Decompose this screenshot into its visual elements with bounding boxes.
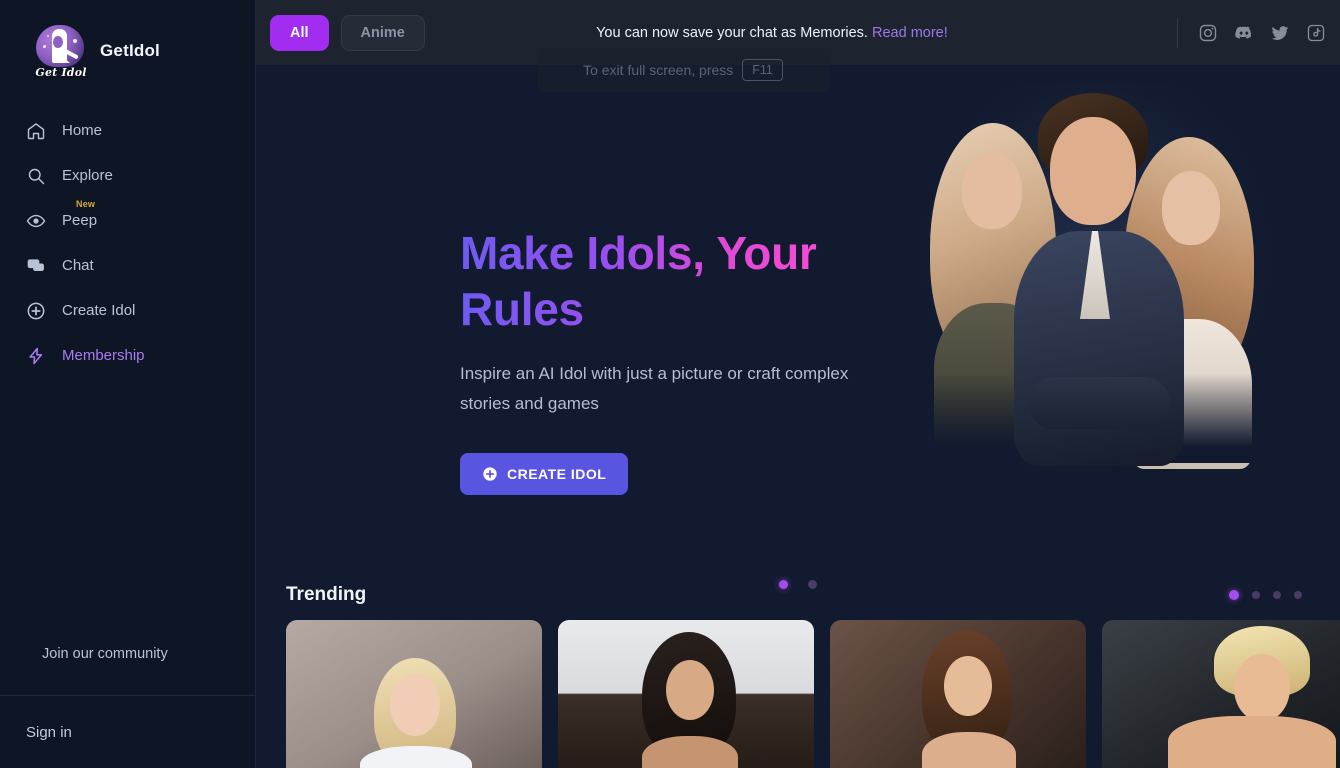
sign-in-label: Sign in (26, 723, 72, 741)
sidebar-item-label: Create Idol (62, 302, 136, 319)
announcement-banner: You can now save your chat as Memories. … (385, 25, 1159, 41)
sidebar-nav: Home Explore Peep New Chat Create Idol M… (0, 94, 255, 378)
sidebar-item-label: Membership (62, 347, 145, 364)
topbar-divider (1177, 17, 1178, 48)
twitter-icon[interactable] (1270, 23, 1290, 43)
hero-illustration (906, 83, 1286, 469)
trending-card-4[interactable] (1102, 620, 1340, 768)
trending-header: Trending (256, 570, 1340, 620)
peep-text: Peep (62, 212, 98, 229)
lightning-icon (26, 346, 46, 366)
new-badge: New (76, 199, 96, 209)
plus-circle-icon (482, 466, 498, 482)
app-root: Get Idol GetIdol Home Explore Peep New C… (0, 0, 1340, 768)
trending-cards (256, 620, 1340, 768)
hero-banner: Make Idols, Your Rules Inspire an AI Ido… (256, 65, 1340, 589)
sidebar-item-explore[interactable]: Explore (0, 153, 255, 198)
trending-card-3[interactable] (830, 620, 1086, 768)
plus-circle-icon (26, 301, 46, 321)
instagram-icon[interactable] (1198, 23, 1218, 43)
sidebar-item-membership[interactable]: Membership (0, 333, 255, 378)
tiktok-icon[interactable] (1306, 23, 1326, 43)
sidebar-item-label: Home (62, 122, 103, 139)
eye-icon (26, 211, 46, 231)
sidebar-item-create-idol[interactable]: Create Idol (0, 288, 255, 333)
sidebar-item-peep[interactable]: Peep New (0, 198, 255, 243)
brand-name: GetIdol (100, 41, 160, 60)
sidebar-item-label: Chat (62, 257, 94, 274)
trending-card-2[interactable] (558, 620, 814, 768)
chat-bubble-icon (26, 256, 46, 276)
sign-in-button[interactable]: Sign in (0, 696, 255, 768)
sidebar-item-home[interactable]: Home (0, 108, 255, 153)
trending-section: Trending (256, 570, 1340, 768)
trending-dot-4[interactable] (1294, 591, 1302, 599)
hero-subtitle: Inspire an AI Idol with just a picture o… (460, 364, 849, 414)
top-bar: All Anime You can now save your chat as … (256, 0, 1340, 65)
read-more-link[interactable]: Read more! (872, 25, 948, 41)
trending-card-1[interactable] (286, 620, 542, 768)
create-idol-label: CREATE IDOL (507, 466, 607, 483)
hero-title: Make Idols, Your Rules (460, 225, 880, 337)
trending-dot-2[interactable] (1252, 591, 1260, 599)
logo-script-text: Get Idol (35, 66, 87, 79)
trending-dot-1[interactable] (1229, 590, 1239, 600)
discord-icon[interactable] (1234, 23, 1254, 43)
join-community-label: Join our community (42, 646, 168, 662)
sidebar-item-chat[interactable]: Chat (0, 243, 255, 288)
join-community-link[interactable]: Join our community (0, 631, 255, 680)
search-icon (26, 166, 46, 186)
sidebar: Get Idol GetIdol Home Explore Peep New C… (0, 0, 256, 768)
sidebar-item-label: Peep New (62, 200, 98, 229)
create-idol-button[interactable]: CREATE IDOL (460, 453, 629, 496)
social-links (1159, 17, 1326, 48)
trending-dot-3[interactable] (1273, 591, 1281, 599)
main-content: All Anime You can now save your chat as … (256, 0, 1340, 768)
brand-logo[interactable]: Get Idol GetIdol (0, 0, 255, 94)
getidol-logo-icon: Get Idol (32, 23, 88, 79)
filter-chip-all[interactable]: All (270, 14, 329, 51)
home-icon (26, 121, 46, 141)
sidebar-item-label: Explore (62, 167, 113, 184)
hero-character-center (1014, 91, 1184, 466)
hero-copy: Make Idols, Your Rules Inspire an AI Ido… (460, 225, 880, 496)
trending-carousel-dots (1229, 590, 1302, 600)
announcement-text: You can now save your chat as Memories. (596, 24, 868, 41)
trending-title: Trending (286, 584, 367, 605)
